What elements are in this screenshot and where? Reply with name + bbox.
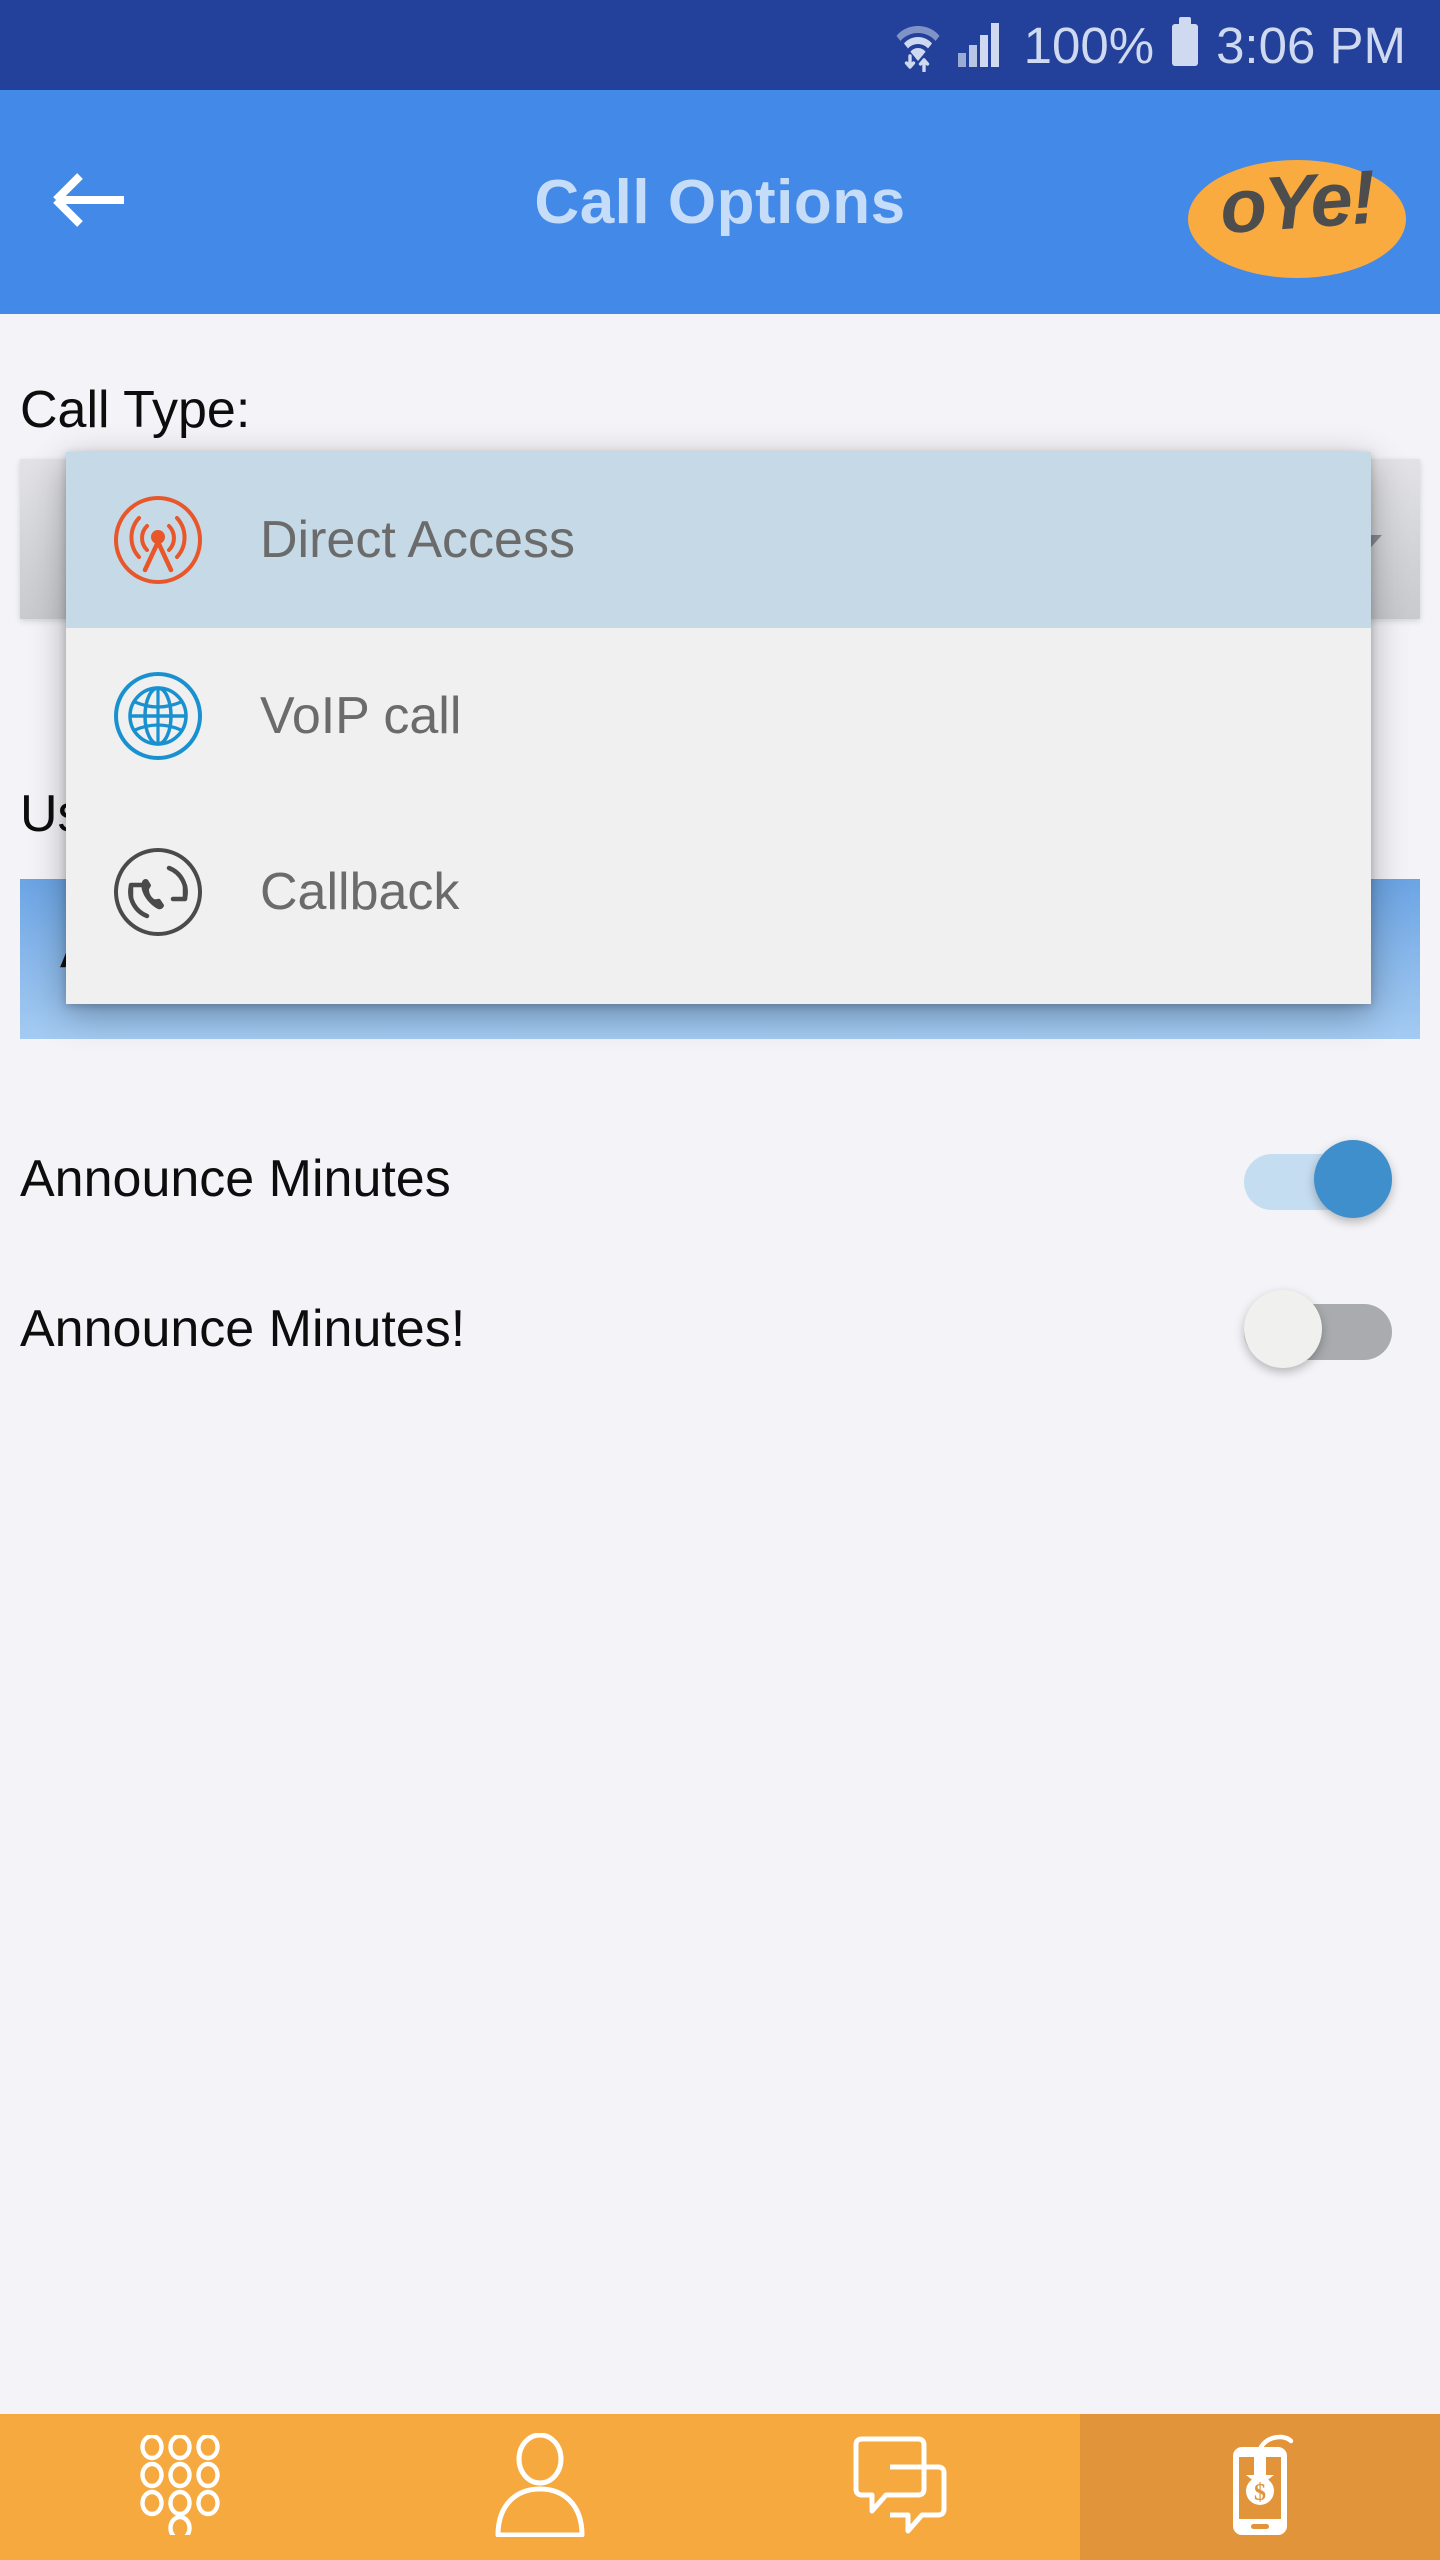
announce-minutes-alt-toggle[interactable] — [1244, 1290, 1392, 1368]
announce-minutes-label: Announce Minutes — [20, 1150, 451, 1208]
globe-icon — [110, 668, 206, 764]
wifi-transfer-icon — [896, 18, 940, 72]
nav-tab-contacts[interactable] — [360, 2414, 720, 2560]
announce-minutes-row[interactable]: Announce Minutes — [0, 1104, 1440, 1254]
dropdown-item-direct-access[interactable]: Direct Access — [66, 452, 1371, 628]
logo-text: oYe! — [1217, 154, 1377, 250]
call-type-label: Call Type: — [20, 381, 251, 439]
app-bar: Call Options oYe! — [0, 90, 1440, 314]
toggle-thumb — [1244, 1290, 1322, 1368]
bottom-navigation-bar: $ — [0, 2414, 1440, 2560]
cellular-signal-icon — [957, 23, 1006, 67]
callback-phone-icon — [110, 844, 206, 940]
person-icon — [490, 2432, 590, 2542]
status-bar: 100% 3:06 PM — [0, 0, 1440, 90]
back-arrow-icon — [50, 169, 126, 236]
nav-tab-top-up[interactable]: $ — [1080, 2414, 1440, 2560]
toggle-thumb — [1314, 1140, 1392, 1218]
call-type-dropdown[interactable]: Direct Access VoIP call Callback — [66, 452, 1371, 1004]
battery-full-icon — [1172, 17, 1199, 66]
phone-topup-icon: $ — [1223, 2433, 1297, 2542]
dropdown-item-callback[interactable]: Callback — [66, 804, 1371, 980]
status-bar-clock: 3:06 PM — [1216, 16, 1406, 74]
dropdown-item-label: Direct Access — [260, 511, 575, 569]
svg-text:$: $ — [1254, 2480, 1266, 2506]
dropdown-item-label: VoIP call — [260, 687, 462, 745]
radio-tower-icon — [110, 492, 206, 588]
announce-minutes-alt-label: Announce Minutes! — [20, 1300, 466, 1358]
chat-bubbles-icon — [850, 2433, 950, 2542]
dropdown-bottom-padding — [66, 980, 1371, 1004]
nav-tab-messages[interactable] — [720, 2414, 1080, 2560]
app-logo: oYe! — [1182, 132, 1412, 278]
dialpad-icon — [137, 2433, 223, 2541]
nav-tab-dialpad[interactable] — [0, 2414, 360, 2560]
phone-screen: 100% 3:06 PM Call Options oYe! Call Type… — [0, 0, 1440, 2560]
announce-minutes-alt-row[interactable]: Announce Minutes! — [0, 1254, 1440, 1404]
back-button[interactable] — [48, 162, 128, 242]
announce-minutes-toggle[interactable] — [1244, 1140, 1392, 1218]
dropdown-item-label: Callback — [260, 863, 460, 921]
battery-percent-text: 100% — [1023, 16, 1155, 74]
dropdown-item-voip-call[interactable]: VoIP call — [66, 628, 1371, 804]
